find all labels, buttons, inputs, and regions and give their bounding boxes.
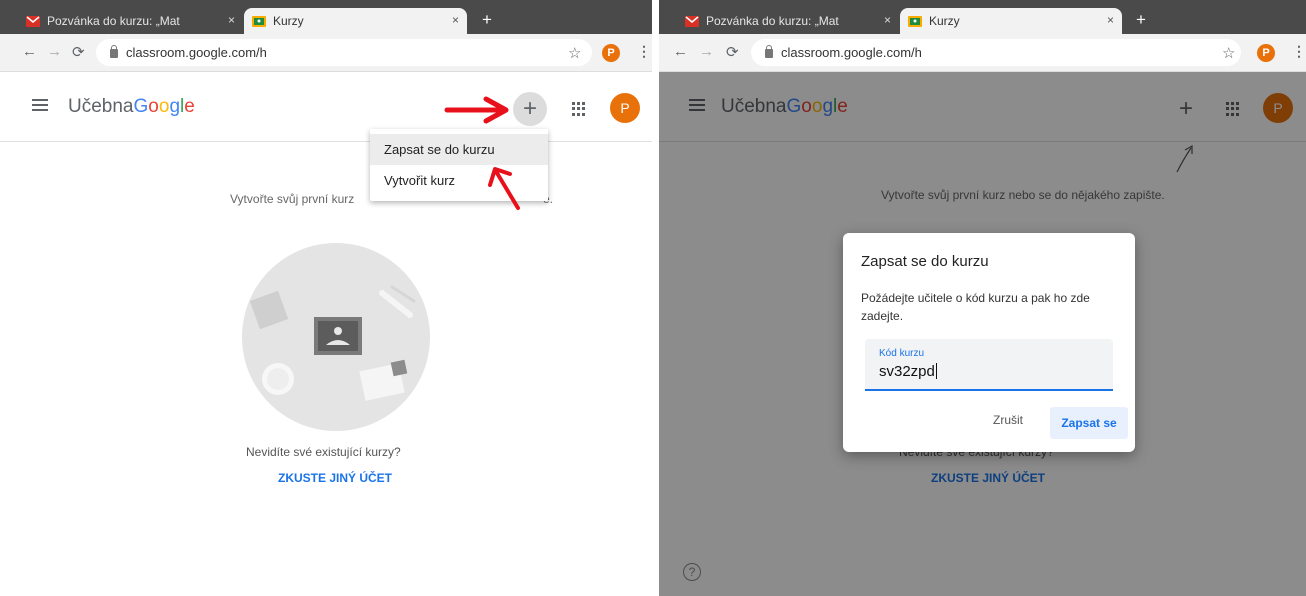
cancel-button[interactable]: Zrušit bbox=[993, 413, 1023, 427]
dialog-title: Zapsat se do kurzu bbox=[861, 253, 989, 270]
join-button[interactable]: Zapsat se bbox=[1050, 407, 1128, 439]
right-browser-window: Pozvánka do kurzu: „Mat × Kurzy × + ← → … bbox=[659, 0, 1306, 596]
class-code-label: Kód kurzu bbox=[879, 348, 925, 359]
join-class-dialog: Zapsat se do kurzu Požádejte učitele o k… bbox=[843, 233, 1135, 452]
annotation-arrows bbox=[444, 96, 520, 210]
left-browser-window: Pozvánka do kurzu: „Mat × Kurzy × + ← → … bbox=[0, 0, 652, 596]
class-code-input[interactable]: sv32zpd bbox=[879, 363, 937, 380]
class-code-field[interactable]: Kód kurzu sv32zpd bbox=[865, 339, 1113, 391]
annotation-arrow-to-menu-item bbox=[495, 171, 520, 210]
dialog-instructions: Požádejte učitele o kód kurzu a pak ho z… bbox=[861, 291, 1090, 323]
